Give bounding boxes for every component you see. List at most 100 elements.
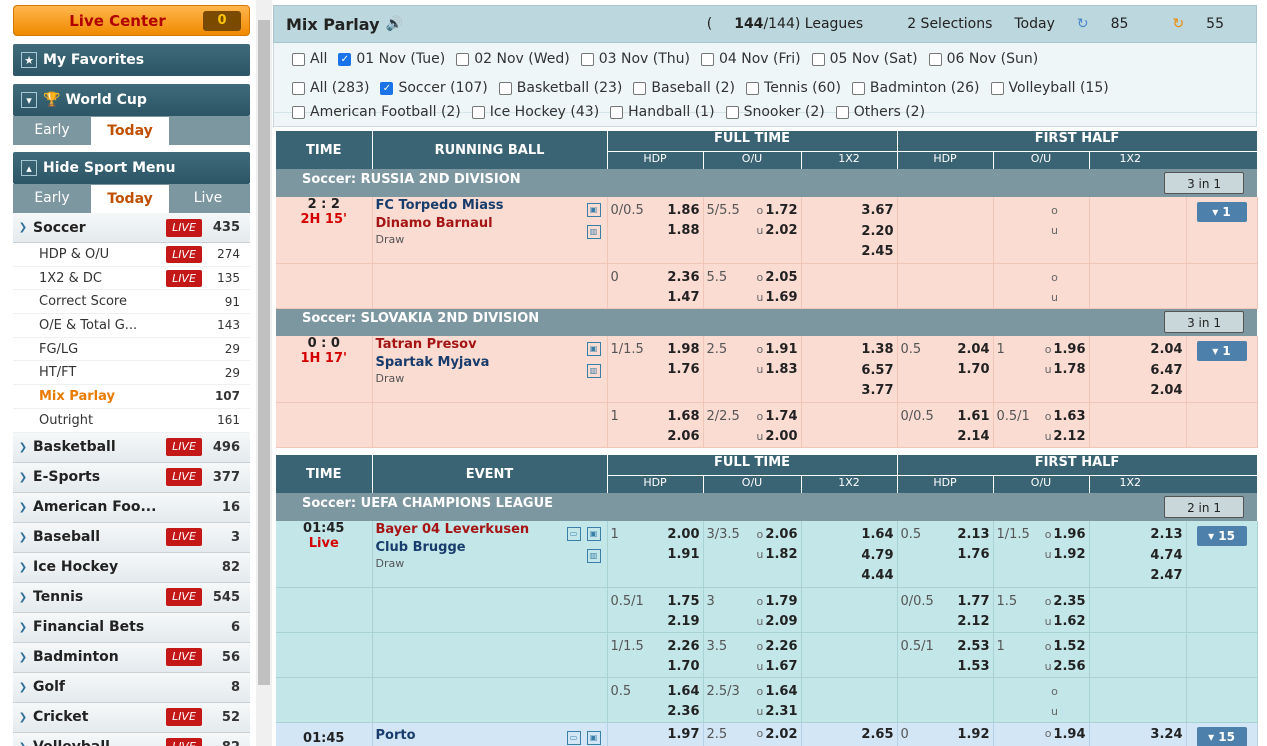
odds-value[interactable]: 1.92 [941, 727, 989, 742]
sport-item[interactable]: ❯ Cricket LIVE 52 [13, 702, 250, 733]
filter-checkbox[interactable]: All (283) [292, 80, 369, 96]
odds-value[interactable]: 1.86 [651, 201, 699, 221]
odds-value[interactable]: 1.98 [651, 340, 699, 360]
filter-checkbox[interactable]: Others (2) [835, 104, 925, 120]
checkbox-icon[interactable]: ✓ [338, 52, 352, 66]
odds-value[interactable]: 2.00 [765, 427, 797, 447]
world-cup-tab-early[interactable]: Early [13, 116, 91, 145]
filter-checkbox[interactable]: Badminton (26) [851, 80, 980, 96]
odds-value[interactable]: 1.61 [941, 407, 989, 427]
stats-icon[interactable]: ▥ [586, 225, 601, 239]
soccer-subitem[interactable]: Correct Score 91 [13, 290, 250, 315]
filter-checkbox[interactable]: American Football (2) [292, 104, 461, 120]
odds-value[interactable]: 2.02 [765, 221, 797, 241]
odds-value[interactable]: 1.63 [1053, 407, 1085, 427]
markets-badge[interactable]: 3 in 1 [1164, 172, 1245, 194]
checkbox-icon[interactable] [746, 81, 760, 95]
live-center-button[interactable]: Live Center 0 [13, 5, 250, 36]
odds-value[interactable]: 1.82 [765, 545, 797, 565]
filter-checkbox[interactable]: Volleyball (15) [990, 80, 1109, 96]
away-team[interactable]: Spartak Myjava [376, 354, 604, 372]
odds-value[interactable]: 4.44 [805, 566, 893, 587]
away-team[interactable]: Dinamo Barnaul [376, 215, 604, 233]
sport-item[interactable]: ❯ Tennis LIVE 545 [13, 582, 250, 613]
checkbox-icon[interactable] [580, 52, 594, 66]
filter-checkbox[interactable]: Handball (1) [610, 104, 715, 120]
sport-item[interactable]: ❯ Financial Bets 6 [13, 612, 250, 643]
odds-value[interactable]: 1.97 [611, 727, 699, 742]
odds-value[interactable]: 1.78 [1053, 360, 1085, 380]
my-favorites-header[interactable]: ★ My Favorites [13, 44, 250, 76]
sport-tab-early[interactable]: Early [13, 184, 91, 213]
odds-value[interactable]: 1.70 [941, 360, 989, 380]
odds-value[interactable]: 4.79 [805, 546, 893, 567]
selections-count[interactable]: 2 Selections [907, 16, 992, 32]
filter-checkbox[interactable]: Snooker (2) [725, 104, 825, 120]
sport-item[interactable]: ❯ Ice Hockey 82 [13, 552, 250, 583]
odds-value[interactable]: 1.75 [651, 592, 699, 612]
checkbox-icon[interactable] [990, 81, 1004, 95]
filter-checkbox[interactable]: Baseball (2) [633, 80, 735, 96]
odds-value[interactable]: 2.14 [941, 427, 989, 447]
odds-value[interactable]: 2.53 [941, 637, 989, 657]
soccer-subitem[interactable]: Outright 161 [13, 408, 250, 433]
checkbox-icon[interactable] [928, 52, 942, 66]
odds-value[interactable]: 1.53 [941, 657, 989, 677]
sport-item[interactable]: ❯ American Foo... 16 [13, 492, 250, 523]
odds-value[interactable]: 1.74 [765, 407, 797, 427]
odds-value[interactable]: 1.96 [1053, 525, 1085, 545]
odds-value[interactable]: 2.13 [941, 525, 989, 545]
today-label[interactable]: Today [1014, 16, 1055, 32]
odds-value[interactable]: 3.24 [1093, 727, 1182, 742]
sport-item[interactable]: ❯ Basketball LIVE 496 [13, 432, 250, 463]
odds-value[interactable]: 1.64 [651, 682, 699, 702]
odds-value[interactable]: 6.47 [1093, 361, 1182, 382]
odds-value[interactable]: 2.45 [805, 242, 893, 263]
odds-value[interactable]: 2.13 [1093, 525, 1182, 546]
odds-value[interactable]: 2.06 [651, 427, 699, 447]
tv-icon[interactable]: ▣ [586, 203, 601, 217]
filter-checkbox[interactable]: ✓ Soccer (107) [380, 80, 488, 96]
filter-checkbox[interactable]: 06 Nov (Sun) [928, 51, 1038, 67]
odds-value[interactable]: 1.38 [805, 340, 893, 361]
checkbox-icon[interactable] [498, 81, 512, 95]
sport-tab-live[interactable]: Live [169, 184, 247, 213]
league-row[interactable]: Soccer: SLOVAKIA 2ND DIVISION 3 in 1 [276, 308, 1258, 336]
odds-value[interactable]: 2.04 [941, 340, 989, 360]
home-team[interactable]: Tatran Presov [376, 336, 604, 354]
away-team[interactable]: Club Brugge [376, 539, 604, 557]
scrollbar-thumb[interactable] [258, 20, 270, 685]
checkbox-icon[interactable] [471, 105, 485, 119]
filter-checkbox[interactable]: 04 Nov (Fri) [700, 51, 801, 67]
sport-item[interactable]: ❯ Volleyball LIVE 82 [13, 732, 250, 746]
odds-value[interactable]: 3.67 [805, 201, 893, 222]
odds-value[interactable]: 2.04 [1093, 340, 1182, 361]
odds-value[interactable]: 2.05 [765, 268, 797, 288]
checkbox-icon[interactable] [851, 81, 865, 95]
filter-checkbox[interactable]: Ice Hockey (43) [471, 104, 599, 120]
world-cup-header[interactable]: ▾ 🏆 World Cup [13, 84, 250, 116]
checkbox-icon[interactable] [835, 105, 849, 119]
odds-value[interactable]: 1.96 [1053, 340, 1085, 360]
odds-value[interactable]: 2.31 [765, 702, 797, 722]
tv-icon[interactable]: ▣ [586, 527, 601, 541]
more-markets-button[interactable]: ▾ 1 [1196, 341, 1247, 361]
checkbox-icon[interactable] [725, 105, 739, 119]
odds-value[interactable]: 2.35 [1053, 592, 1085, 612]
tv-icon[interactable]: ▣ [586, 730, 601, 745]
sport-item[interactable]: ❯ Soccer LIVE 435 [13, 213, 250, 243]
odds-value[interactable]: 2.09 [765, 612, 797, 632]
soccer-subitem[interactable]: HT/FT 29 [13, 361, 250, 386]
sport-item[interactable]: ❯ Baseball LIVE 3 [13, 522, 250, 553]
sport-menu-header[interactable]: ▴ Hide Sport Menu [13, 152, 250, 184]
odds-value[interactable]: 2.19 [651, 612, 699, 632]
odds-value[interactable]: 1.79 [765, 592, 797, 612]
odds-value[interactable]: 1.94 [1053, 727, 1085, 742]
filter-checkbox[interactable]: 03 Nov (Thu) [580, 51, 690, 67]
refresh-counter-1[interactable]: ↻ 85 [1077, 16, 1151, 32]
odds-value[interactable]: 1.72 [765, 201, 797, 221]
odds-value[interactable]: 1.77 [941, 592, 989, 612]
soccer-subitem[interactable]: O/E & Total G... 143 [13, 314, 250, 338]
odds-value[interactable]: 1.91 [765, 340, 797, 360]
soccer-subitem[interactable]: FG/LG 29 [13, 337, 250, 362]
